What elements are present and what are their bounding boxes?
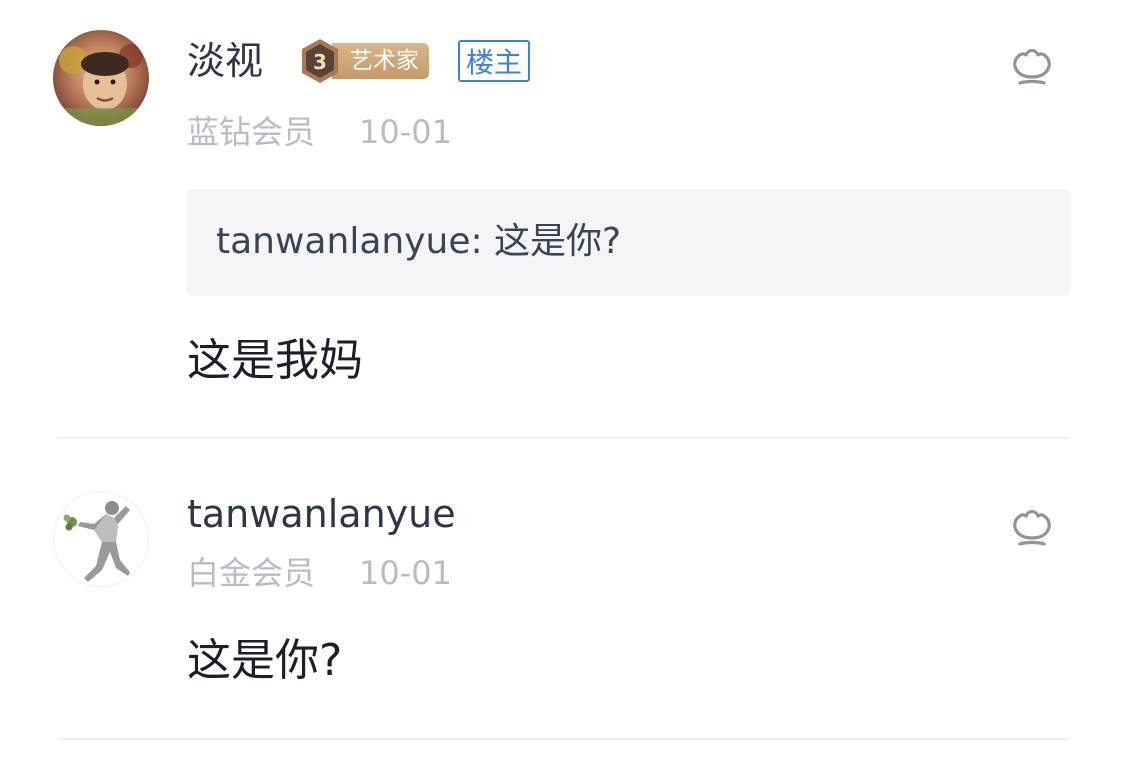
user-avatar[interactable]	[53, 491, 149, 587]
comment-date: 10-01	[359, 113, 452, 151]
divider	[57, 738, 1069, 740]
divider	[57, 437, 1069, 439]
avatar-illustration	[54, 492, 148, 586]
user-avatar[interactable]	[53, 30, 149, 126]
comment-item: tanwanlanyue 白金会员 10-01 这是你?	[0, 440, 1125, 740]
username[interactable]: tanwanlanyue	[187, 491, 456, 537]
comment-date: 10-01	[359, 554, 452, 592]
comment-meta: 蓝钻会员 10-01	[187, 112, 452, 152]
avatar-photo	[53, 30, 149, 126]
level-badge: 3 艺术家	[296, 37, 429, 85]
quoted-reply[interactable]: tanwanlanyue: 这是你?	[186, 189, 1071, 296]
username[interactable]: 淡视	[187, 38, 263, 84]
comment-content: 这是我妈	[187, 335, 363, 386]
level-number: 3	[313, 50, 327, 74]
level-title: 艺术家	[332, 43, 429, 79]
like-icon[interactable]	[1008, 41, 1056, 89]
member-level: 白金会员	[187, 554, 316, 592]
comment-meta: 白金会员 10-01	[187, 553, 452, 593]
quoted-text: tanwanlanyue: 这是你?	[216, 221, 622, 262]
comment-content: 这是你?	[187, 635, 343, 686]
like-icon[interactable]	[1008, 502, 1056, 550]
level-shield-icon: 3	[296, 37, 344, 85]
member-level: 蓝钻会员	[187, 113, 316, 151]
owner-badge: 楼主	[458, 40, 531, 82]
comment-item: 淡视 3 艺术家 楼主 蓝钻会员 10-01 tanwanlanyue: 这是你?…	[0, 0, 1125, 440]
